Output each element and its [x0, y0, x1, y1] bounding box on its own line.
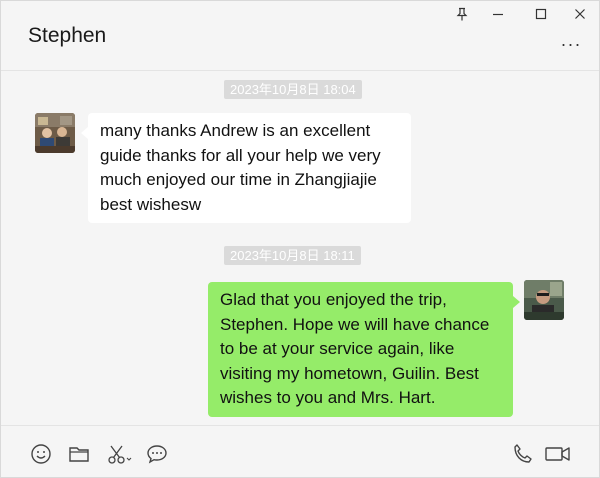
input-toolbar: [1, 425, 599, 477]
avatar[interactable]: [35, 113, 75, 153]
more-options-button[interactable]: ···: [557, 34, 585, 54]
outgoing-message-bubble[interactable]: Glad that you enjoyed the trip, Stephen.…: [208, 282, 520, 417]
chat-window: Stephen ··· 2023年10月8日 18:04 many thanks…: [0, 0, 600, 478]
close-icon[interactable]: [567, 4, 593, 24]
chat-area[interactable]: 2023年10月8日 18:04 Glad that you enjoyed t…: [1, 72, 599, 425]
maximize-icon[interactable]: [528, 4, 554, 24]
timestamp: 2023年10月8日 18:11: [224, 246, 361, 265]
avatar[interactable]: [524, 280, 564, 320]
title-bar: Stephen ···: [1, 1, 599, 71]
incoming-message-text: many thanks Andrew is an excellent guide…: [100, 121, 381, 214]
pin-icon[interactable]: [449, 4, 475, 24]
phone-icon[interactable]: [511, 442, 535, 466]
scissors-icon[interactable]: [107, 442, 133, 466]
video-icon[interactable]: [544, 442, 572, 466]
minimize-icon[interactable]: [485, 4, 511, 24]
chat-bubble-icon[interactable]: [145, 442, 169, 466]
folder-icon[interactable]: [67, 442, 91, 466]
incoming-message-bubble[interactable]: Glad that you enjoyed the trip, Stephen.…: [81, 113, 411, 223]
timestamp: 2023年10月8日 18:04: [224, 80, 362, 99]
emoji-icon[interactable]: [29, 442, 53, 466]
contact-name: Stephen: [28, 24, 107, 47]
outgoing-message-text: Glad that you enjoyed the trip, Stephen.…: [220, 290, 490, 407]
